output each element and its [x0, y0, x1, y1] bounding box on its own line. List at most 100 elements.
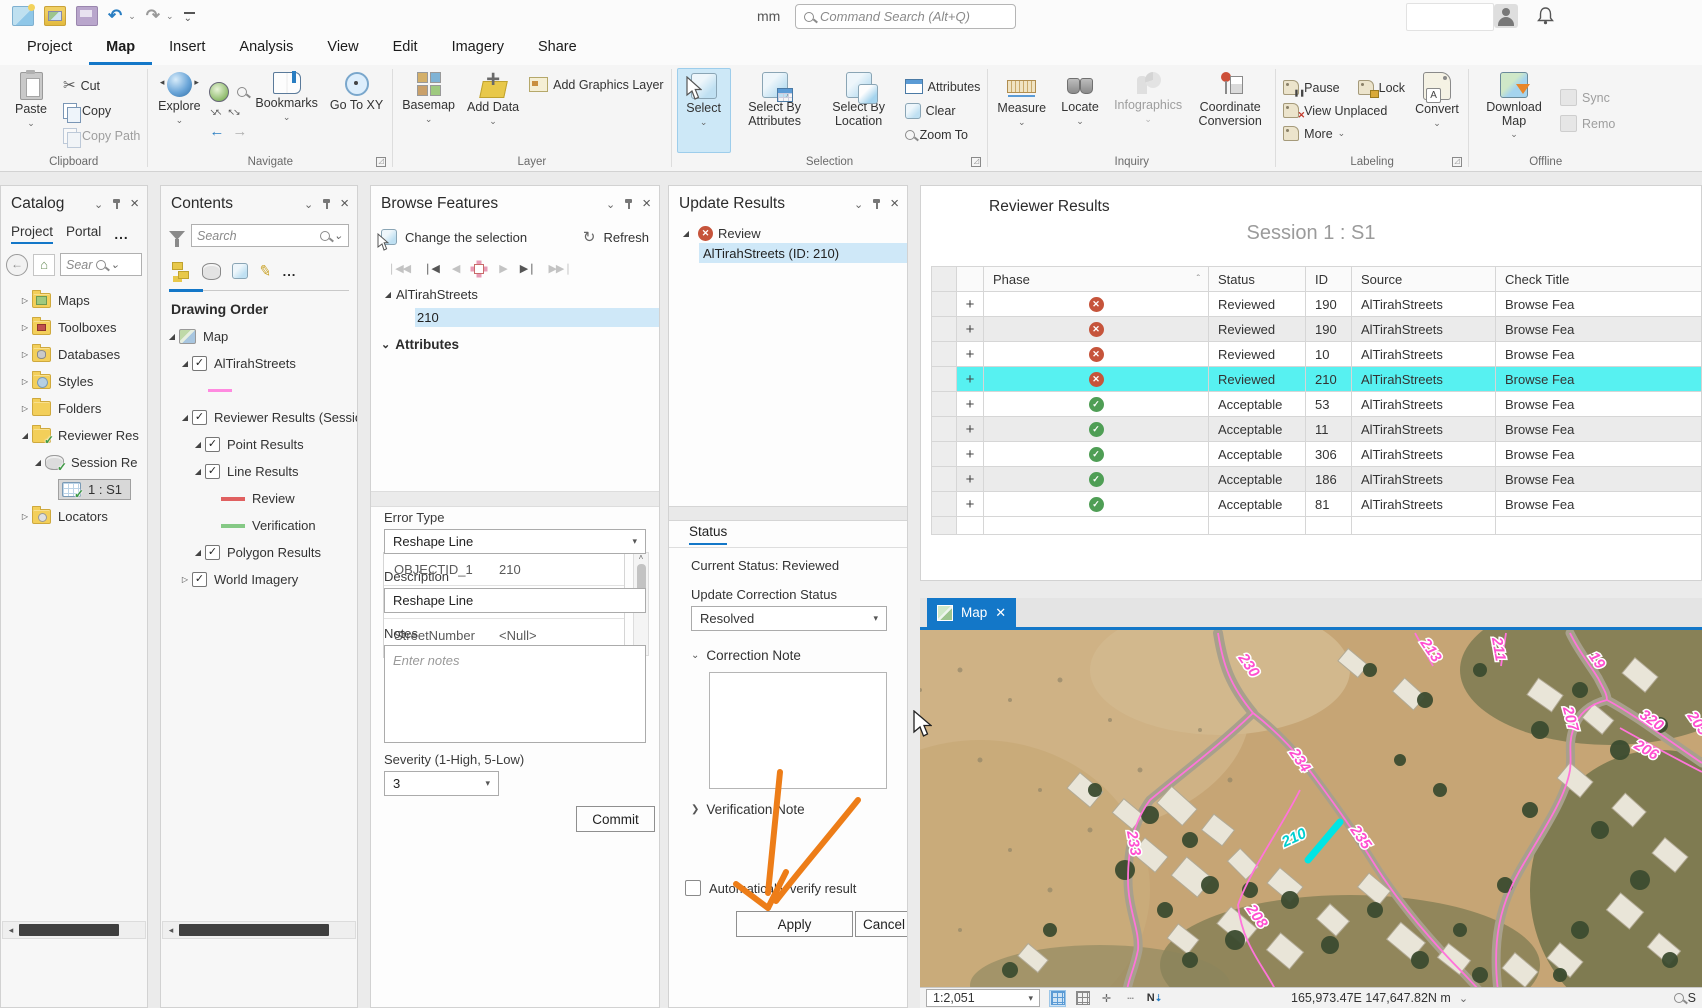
command-search-input[interactable]: Command Search (Alt+Q)	[795, 4, 1016, 29]
attributes-button[interactable]: Attributes	[903, 78, 983, 95]
next-extent-icon[interactable]: →	[232, 123, 247, 140]
chevron-down-icon[interactable]: ⌄	[606, 198, 615, 211]
chevron-down-icon[interactable]: ⌄	[854, 198, 863, 211]
browse-feature-210[interactable]: 210	[415, 308, 659, 327]
notes-input[interactable]: Enter notes	[384, 645, 646, 743]
go-to-xy-button[interactable]: Go To XY	[326, 68, 387, 153]
catalog-item-databases[interactable]: ▷Databases	[1, 341, 147, 368]
row-selector[interactable]	[932, 367, 957, 392]
list-by-editing-icon[interactable]: ✎	[258, 261, 274, 281]
catalog-item-toolboxes[interactable]: ▷Toolboxes	[1, 314, 147, 341]
symbol-review[interactable]: Review	[161, 485, 357, 512]
basemap-button[interactable]: Basemap⌄	[398, 68, 459, 153]
list-by-selection-icon[interactable]	[232, 263, 248, 279]
expand-row-button[interactable]: +	[957, 367, 984, 392]
column-phase[interactable]: Phaseˆ	[984, 267, 1209, 292]
expand-icon[interactable]: ▷	[18, 404, 32, 413]
close-view-icon[interactable]: ✕	[995, 605, 1006, 621]
row-selector[interactable]	[932, 392, 957, 417]
copy-button[interactable]: Copy	[61, 102, 142, 120]
grid-icon[interactable]	[1075, 991, 1090, 1006]
select-button[interactable]: Select⌄	[677, 68, 731, 153]
expand-row-button[interactable]: +	[957, 492, 984, 517]
select-by-attributes-button[interactable]: Select By Attributes	[735, 68, 815, 153]
result-row[interactable]: +✓Acceptable186AlTirahStreetsBrowse Fea	[932, 467, 1702, 492]
collapse-icon[interactable]: ◢	[18, 431, 32, 440]
collapse-icon[interactable]: ◢	[191, 548, 205, 557]
catalog-item-maps[interactable]: ▷Maps	[1, 287, 147, 314]
north-arrow-icon[interactable]: N⇣	[1147, 991, 1162, 1006]
collapse-icon[interactable]: ◢	[178, 413, 192, 422]
navigate-dialog-launcher[interactable]: ◿	[376, 157, 386, 167]
correction-note-input[interactable]	[709, 672, 887, 789]
layer-world-imagery[interactable]: ▷✓World Imagery	[161, 566, 357, 593]
change-selection-button[interactable]: Change the selection	[405, 230, 527, 245]
layer-line-results[interactable]: ◢✓Line Results	[161, 458, 357, 485]
previous-page-icon[interactable]: ❘◀	[423, 262, 439, 275]
result-row[interactable]: +✓Acceptable81AlTirahStreetsBrowse Fea	[932, 492, 1702, 517]
catalog-search-input[interactable]: Sear⌄	[60, 253, 142, 276]
layer-polygon-results[interactable]: ◢✓Polygon Results	[161, 539, 357, 566]
expand-row-button[interactable]: +	[957, 417, 984, 442]
expand-row-button[interactable]: +	[957, 467, 984, 492]
previous-extent-icon[interactable]: ←	[209, 123, 224, 140]
expand-icon[interactable]: ▷	[18, 350, 32, 359]
account-icon[interactable]	[1494, 4, 1518, 28]
paste-button[interactable]: Paste⌄	[5, 68, 57, 153]
error-type-dropdown[interactable]: Reshape Line▾	[384, 529, 646, 554]
layer-map[interactable]: ◢Map	[161, 323, 357, 350]
filter-icon[interactable]	[169, 231, 185, 240]
open-project-icon[interactable]	[44, 6, 66, 26]
remove-button[interactable]: Remo	[1558, 114, 1617, 133]
chk-icon[interactable]: ✓	[192, 572, 207, 587]
expand-row-button[interactable]: +	[957, 442, 984, 467]
sync-button[interactable]: Sync	[1558, 88, 1617, 107]
catalog-item-reviewer-results[interactable]: ◢Reviewer Res	[1, 422, 147, 449]
first-record-icon[interactable]: ❘◀◀	[387, 262, 410, 275]
row-selector[interactable]	[932, 317, 957, 342]
catalog-item-styles[interactable]: ▷Styles	[1, 368, 147, 395]
description-input[interactable]: Reshape Line	[384, 588, 646, 613]
catalog-tab-more[interactable]: ...	[114, 227, 128, 242]
pin-icon[interactable]	[872, 198, 881, 210]
editing-toggle-icon[interactable]: ┄	[1123, 991, 1138, 1006]
bookmarks-button[interactable]: Bookmarks⌄	[251, 68, 322, 153]
collapse-icon[interactable]: ◢	[178, 359, 192, 368]
chk-icon[interactable]: ✓	[205, 437, 220, 452]
expand-header[interactable]	[957, 267, 984, 292]
catalog-item-locators[interactable]: ▷Locators	[1, 503, 147, 530]
previous-record-icon[interactable]: ◀	[452, 262, 459, 275]
flash-feature-icon[interactable]	[474, 264, 484, 274]
pin-icon[interactable]	[112, 198, 121, 210]
pin-icon[interactable]	[322, 198, 331, 210]
chk-icon[interactable]: ✓	[192, 356, 207, 371]
close-icon[interactable]: ×	[642, 197, 651, 211]
new-project-icon[interactable]	[12, 6, 34, 26]
pause-labeling-button[interactable]: Pause	[1281, 79, 1341, 96]
more-labeling-button[interactable]: More⌄	[1281, 125, 1407, 142]
selection-grid-icon[interactable]	[1049, 990, 1066, 1007]
expand-row-button[interactable]: +	[957, 292, 984, 317]
tab-view[interactable]: View	[310, 32, 375, 65]
browse-layer-node[interactable]: ◢ AlTirahStreets	[371, 281, 659, 308]
result-row[interactable]: +✕Reviewed10AlTirahStreetsBrowse Fea	[932, 342, 1702, 367]
close-icon[interactable]: ×	[130, 197, 139, 211]
tab-map[interactable]: Map	[89, 32, 152, 65]
correction-status-dropdown[interactable]: Resolved▾	[691, 606, 887, 631]
update-review-node[interactable]: ◢ ✕ Review	[669, 218, 907, 243]
chevron-down-icon[interactable]: ⌄	[1459, 992, 1468, 1005]
undo-icon[interactable]: ↶	[108, 7, 122, 25]
fixed-zoom-in-icon[interactable]: ↘↖	[209, 107, 220, 118]
map-view-tab[interactable]: Map ✕	[927, 598, 1016, 627]
tab-analysis[interactable]: Analysis	[222, 32, 310, 65]
layer-altirahstreets[interactable]: ◢✓AlTirahStreets	[161, 350, 357, 377]
result-row[interactable]: +✓Acceptable11AlTirahStreetsBrowse Fea	[932, 417, 1702, 442]
add-data-button[interactable]: Add Data⌄	[463, 68, 523, 153]
catalog-item-session-table[interactable]: 1 : S1	[1, 476, 147, 503]
result-row[interactable]: +✕Reviewed210AlTirahStreetsBrowse Fea	[932, 367, 1702, 392]
correction-note-section[interactable]: ⌄Correction Note	[691, 648, 801, 663]
clear-button[interactable]: Clear	[903, 102, 983, 120]
convert-labels-button[interactable]: Convert⌄	[1411, 68, 1463, 153]
zoom-selection-icon[interactable]	[237, 87, 247, 97]
zoom-to-button[interactable]: Zoom To	[903, 127, 983, 143]
